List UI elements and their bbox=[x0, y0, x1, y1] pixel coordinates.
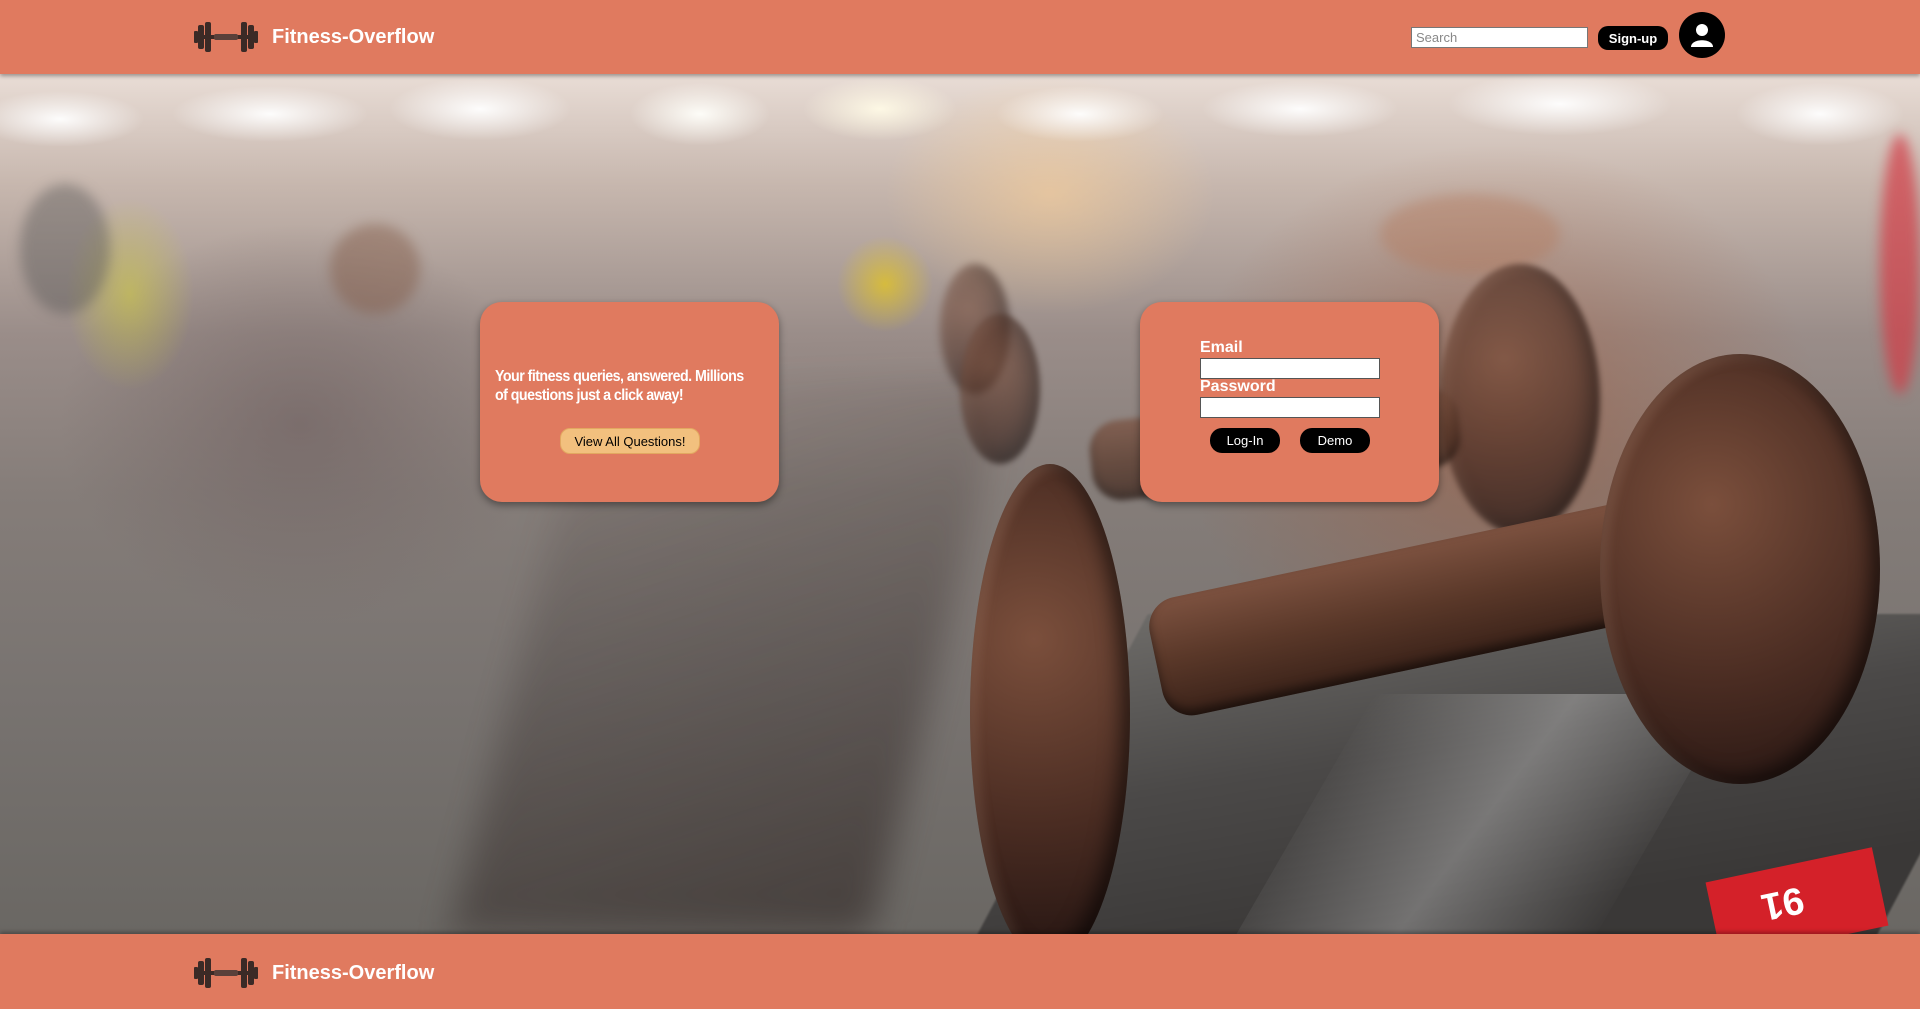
search-input[interactable] bbox=[1411, 27, 1588, 48]
password-field[interactable] bbox=[1200, 397, 1380, 418]
footer-brand-link[interactable]: Fitness-Overflow bbox=[192, 953, 434, 993]
view-all-questions-button[interactable]: View All Questions! bbox=[560, 428, 700, 454]
promo-tagline: Your fitness queries, answered. Millions… bbox=[495, 368, 744, 404]
user-icon bbox=[1691, 24, 1713, 47]
dumbbell-plate bbox=[1440, 264, 1600, 534]
weight-tag-number: 91 bbox=[1757, 878, 1808, 928]
demo-button[interactable]: Demo bbox=[1300, 428, 1370, 453]
bokeh-blob bbox=[20, 184, 110, 314]
bokeh-blob bbox=[330, 224, 420, 314]
bokeh-blob bbox=[1380, 194, 1560, 274]
dumbbell-icon bbox=[194, 22, 258, 52]
login-card: Email Password Log-In Demo bbox=[1140, 302, 1439, 502]
signup-button[interactable]: Sign-up bbox=[1598, 26, 1668, 50]
dumbbell-plate bbox=[960, 314, 1040, 464]
profile-avatar-button[interactable] bbox=[1679, 12, 1725, 58]
footer-bar: Fitness-Overflow bbox=[0, 934, 1920, 1009]
brand-link[interactable]: Fitness-Overflow bbox=[192, 17, 434, 57]
brand-name: Fitness-Overflow bbox=[272, 25, 435, 48]
hero-background: 91 bbox=[0, 74, 1920, 934]
top-navbar: Fitness-Overflow Sign-up bbox=[0, 0, 1920, 74]
dumbbell-plate bbox=[1600, 354, 1880, 784]
dumbbell-plate bbox=[970, 464, 1130, 934]
password-label: Password bbox=[1200, 378, 1276, 395]
bokeh-blob bbox=[1880, 134, 1920, 394]
login-button[interactable]: Log-In bbox=[1210, 428, 1280, 453]
footer-brand-name: Fitness-Overflow bbox=[272, 961, 435, 984]
promo-card: Your fitness queries, answered. Millions… bbox=[480, 302, 779, 502]
email-field[interactable] bbox=[1200, 358, 1380, 379]
dumbbell-icon bbox=[194, 958, 258, 988]
email-label: Email bbox=[1200, 339, 1243, 356]
